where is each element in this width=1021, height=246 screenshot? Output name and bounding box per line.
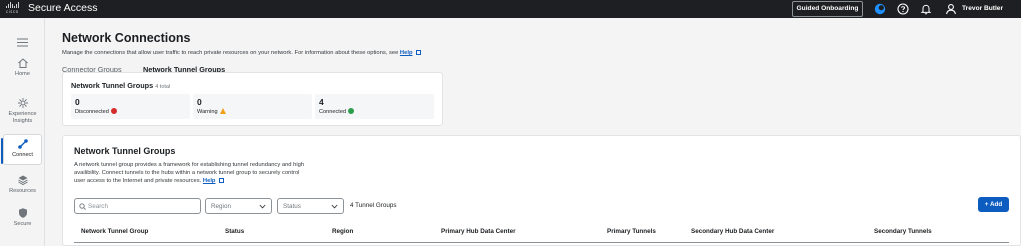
column-header-secondary-tunnels[interactable]: Secondary Tunnels [874,228,932,236]
app-title: Secure Access [28,2,98,14]
region-select-value: Region [211,202,231,210]
column-header-status[interactable]: Status [225,228,244,236]
add-button[interactable]: + Add [978,197,1009,212]
top-bar: cisco Secure Access Guided Onboarding Tr… [0,0,1021,18]
search-icon [79,202,86,210]
warning-stat[interactable]: 0 Warning [193,94,312,119]
column-header-primary-tunnels[interactable]: Primary Tunnels [607,228,656,236]
summary-total: 4 total [155,84,171,90]
notifications-icon[interactable] [920,3,932,15]
help-link[interactable]: Help [400,50,413,56]
section-title: Network Tunnel Groups [74,146,176,156]
user-name[interactable]: Trevor Butler [962,4,1003,14]
disconnected-stat[interactable]: 0 Disconnected [71,94,190,119]
cisco-logo-text: cisco [6,9,19,14]
warning-icon [219,108,226,114]
warning-label: Warning [197,109,218,115]
cisco-logo[interactable]: cisco [6,2,20,15]
disconnected-label: Disconnected [75,109,109,115]
tunnel-groups-summary-card: Network Tunnel Groups 4 total 0 Disconne… [62,72,443,126]
region-select[interactable]: Region [205,198,272,214]
sidebar-item-label: Home [15,71,30,77]
sidebar-item-label: Resources [9,188,36,194]
warning-count: 0 [197,97,202,107]
connect-icon [17,139,28,149]
cisco-logo-bars [6,2,20,8]
sidebar-item-connect[interactable]: Connect [1,134,42,165]
external-link-icon [219,177,225,183]
connected-status: Connected [319,108,355,116]
section-description-text: user access to the Internet and private … [74,178,202,184]
table-header-divider [74,242,1009,243]
column-header-primary-hub-data-center[interactable]: Primary Hub Data Center [441,228,516,236]
tunnel-group-count: 4 Tunnel Groups [350,202,397,209]
chevron-down-icon [331,204,338,209]
disconnected-count: 0 [75,97,80,107]
sidebar-item-home[interactable]: Home [3,57,42,84]
chevron-down-icon [259,204,266,209]
connected-stat[interactable]: 4 Connected [315,94,434,119]
disconnected-status: Disconnected [75,108,117,116]
cisco-ai-assistant-icon[interactable] [874,3,886,15]
connected-count: 4 [319,97,324,107]
sidebar-item-experience-insights[interactable]: Experience Insights [3,97,42,131]
help-icon[interactable] [897,3,909,15]
sidebar-item-label: Experience Insights [8,111,37,124]
help-link[interactable]: Help [203,178,216,184]
section-description-line: user access to the Internet and private … [74,177,349,185]
external-link-icon [416,49,422,55]
shield-icon [18,208,27,218]
status-select[interactable]: Status [277,198,344,214]
tunnel-groups-card: Network Tunnel Groups A network tunnel g… [62,135,1021,246]
connected-label: Connected [319,109,347,115]
column-header-region[interactable]: Region [332,228,353,236]
sidebar-item-resources[interactable]: Resources [3,174,42,200]
search-input[interactable] [88,200,198,212]
sidebar-item-label: Secure [13,221,32,227]
user-icon[interactable] [945,3,957,15]
hamburger-icon[interactable] [17,38,28,47]
page-description: Manage the connections that allow user t… [62,49,422,57]
sidebar: Home Experience Insights Connect Resourc… [0,18,45,246]
success-icon [348,108,355,114]
resources-icon [17,175,28,186]
section-description: A network tunnel group provides a framew… [74,161,349,185]
error-icon [110,108,117,114]
section-description-line: A network tunnel group provides a framew… [74,162,305,168]
sidebar-item-label: Connect [12,152,33,158]
column-header-network-tunnel-group[interactable]: Network Tunnel Group [81,228,148,236]
insights-icon [17,98,28,108]
home-icon [17,58,28,68]
page-description-text: Manage the connections that allow user t… [62,50,399,56]
sidebar-item-secure[interactable]: Secure [3,207,42,233]
page-title: Network Connections [62,31,191,45]
column-header-secondary-hub-data-center[interactable]: Secondary Hub Data Center [691,228,774,236]
status-select-value: Status [283,202,301,210]
summary-title-text: Network Tunnel Groups [71,81,154,90]
summary-title: Network Tunnel Groups 4 total [71,81,170,92]
guided-onboarding-button[interactable]: Guided Onboarding [792,1,863,17]
warning-status: Warning [197,108,226,116]
section-description-line: availibility. Connect tunnels to the hub… [74,170,300,176]
search-field[interactable] [74,198,201,214]
